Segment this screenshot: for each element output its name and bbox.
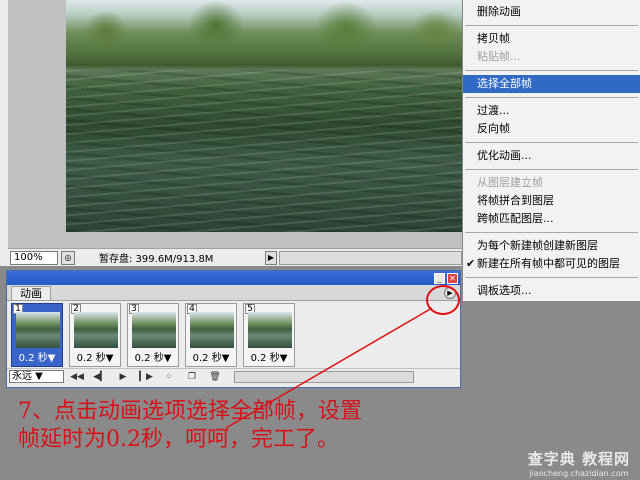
scratch-disk-info: 暂存盘: 399.6M/913.8M	[99, 254, 214, 265]
minimize-icon[interactable]: _	[434, 272, 445, 284]
watermark-sub: jiaocheng.chazidian.com	[529, 469, 629, 478]
tab-animation[interactable]: 动画	[11, 286, 51, 300]
frame-delay[interactable]: 0.2 秒▼	[128, 349, 178, 364]
horizontal-scrollbar[interactable]	[279, 250, 462, 265]
menu-separator	[465, 169, 638, 170]
menu-item-paste-frame: 粘贴帧...	[477, 50, 521, 63]
loop-value: 永远	[12, 371, 32, 382]
trash-icon[interactable]: 🗑	[205, 371, 225, 383]
menu-item-palette-options[interactable]: 调板选项...	[463, 282, 640, 300]
menu-item-match-layer-across-frames[interactable]: 跨帧匹配图层...	[463, 210, 640, 228]
frame-thumbnail	[74, 312, 118, 348]
frame-thumbnail	[190, 312, 234, 348]
menu-item-create-new-layer-each-frame[interactable]: 为每个新建帧创建新图层	[463, 237, 640, 255]
play-icon[interactable]: ▶	[113, 371, 133, 383]
frame-delay[interactable]: 0.2 秒▼	[70, 349, 120, 364]
menu-item-select-all-frames[interactable]: 选择全部帧	[463, 75, 640, 93]
status-menu-arrow-icon[interactable]: ▶	[265, 250, 277, 265]
frame-2[interactable]: 2 0.2 秒▼	[69, 303, 121, 367]
instruction-text: 7、点击动画选项选择全部帧，设置 帧延时为0.2秒，呵呵，完工了。	[18, 398, 518, 454]
highlight-circle	[426, 285, 460, 315]
watermark-main: 查字典 教程网	[527, 450, 630, 468]
tween-icon[interactable]: ⁘	[159, 371, 179, 383]
animation-options-menu: 删除动画 拷贝帧 粘贴帧... 选择全部帧 过渡... 反向帧 优化动画... …	[462, 0, 640, 302]
tree-band	[66, 0, 462, 70]
canvas-area	[8, 0, 462, 248]
zoom-field[interactable]: 100%	[10, 250, 58, 265]
document-window: 100% ◎ 暂存盘: 399.6M/913.8M ▶	[0, 0, 462, 266]
watermark: 查字典 教程网 jiaocheng.chazidian.com	[528, 448, 630, 478]
previous-frame-icon[interactable]: ◀▎	[90, 371, 110, 383]
frame-delay[interactable]: 0.2 秒▼	[12, 349, 62, 364]
menu-separator	[465, 277, 638, 278]
frames-strip: 1 0.2 秒▼ 2 0.2 秒▼ 3 0.2 秒▼ 4 0.2 秒▼ 5 0.…	[7, 301, 460, 369]
frame-delay[interactable]: 0.2 秒▼	[186, 349, 236, 364]
instruction-line-2: 帧延时为0.2秒，呵呵，完工了。	[18, 427, 339, 452]
playback-controls: 永远 ▼ ◀◀ ◀▎ ▶ ▎▶ ⁘ ❐ 🗑	[7, 369, 460, 384]
menu-item-delete-animation[interactable]: 删除动画	[463, 3, 640, 21]
status-bar: 100% ◎ 暂存盘: 399.6M/913.8M ▶	[8, 248, 462, 266]
zoom-options-icon[interactable]: ◎	[61, 250, 75, 265]
palette-tabs: 动画 ▶	[7, 285, 460, 301]
frame-delay[interactable]: 0.2 秒▼	[244, 349, 294, 364]
menu-separator	[465, 70, 638, 71]
menu-item-flatten-frames-into-layers[interactable]: 将帧拼合到图层	[463, 192, 640, 210]
menu-item-copy-frame[interactable]: 拷贝帧	[463, 30, 640, 48]
menu-item-make-frames-from-layers: 从图层建立帧	[477, 176, 543, 189]
close-icon[interactable]: ✕	[447, 272, 458, 284]
frame-4[interactable]: 4 0.2 秒▼	[185, 303, 237, 367]
palette-titlebar[interactable]: _ ✕	[7, 271, 460, 285]
menu-separator	[465, 25, 638, 26]
frame-5[interactable]: 5 0.2 秒▼	[243, 303, 295, 367]
frame-1[interactable]: 1 0.2 秒▼	[11, 303, 63, 367]
menu-item-new-layers-visible-all-frames[interactable]: ✔ 新建在所有帧中都可见的图层	[463, 255, 640, 273]
water-reflection-image[interactable]	[66, 0, 462, 232]
menu-item-label: 新建在所有帧中都可见的图层	[477, 257, 620, 270]
menu-item-tween[interactable]: 过渡...	[463, 102, 640, 120]
animation-palette: _ ✕ 动画 ▶ 1 0.2 秒▼ 2 0.2 秒▼ 3 0.2 秒▼ 4 0.…	[6, 270, 461, 388]
menu-separator	[465, 97, 638, 98]
next-frame-icon[interactable]: ▎▶	[136, 371, 156, 383]
first-frame-icon[interactable]: ◀◀	[67, 371, 87, 383]
menu-item-reverse-frames[interactable]: 反向帧	[463, 120, 640, 138]
frame-thumbnail	[132, 312, 176, 348]
frame-thumbnail	[16, 312, 60, 348]
water-waves	[66, 70, 462, 232]
instruction-line-1: 7、点击动画选项选择全部帧，设置	[18, 399, 362, 424]
frame-3[interactable]: 3 0.2 秒▼	[127, 303, 179, 367]
menu-separator	[465, 232, 638, 233]
checkmark-icon: ✔	[466, 257, 476, 270]
menu-item-optimize-animation[interactable]: 优化动画...	[463, 147, 640, 165]
menu-separator	[465, 142, 638, 143]
frame-thumbnail	[248, 312, 292, 348]
duplicate-frame-icon[interactable]: ❐	[182, 371, 202, 383]
loop-select[interactable]: 永远 ▼	[9, 370, 64, 383]
frames-scrollbar[interactable]	[234, 370, 414, 383]
